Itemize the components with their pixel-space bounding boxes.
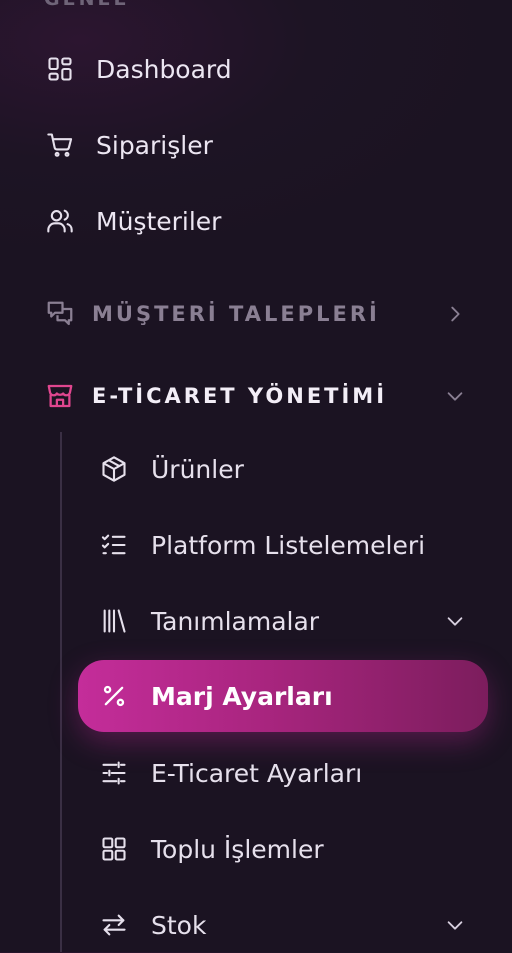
menu-item-label: Siparişler <box>96 130 213 160</box>
chat-bubbles-icon <box>44 298 76 330</box>
checklist-icon <box>96 529 132 561</box>
submenu-item-label: Marj Ayarları <box>151 681 333 711</box>
menu-item-label: Müşteriler <box>96 206 222 236</box>
submenu-item-toplu-islemler[interactable]: Toplu İşlemler <box>96 821 324 877</box>
submenu-item-label: Toplu İşlemler <box>151 834 324 864</box>
submenu-item-marj-ayarlari[interactable]: Marj Ayarları <box>96 668 333 724</box>
section-label-genel: GENEL <box>44 0 129 10</box>
chevron-down-icon[interactable] <box>444 385 466 407</box>
store-icon <box>44 380 76 412</box>
group-label: MÜŞTERİ TALEPLERİ <box>92 302 380 326</box>
menu-item-musteriler[interactable]: Müşteriler <box>44 193 221 249</box>
chevron-right-icon[interactable] <box>444 303 466 325</box>
submenu-item-stok[interactable]: Stok <box>96 897 206 953</box>
arrows-swap-icon <box>96 909 132 941</box>
submenu-item-label: Ürünler <box>151 454 244 484</box>
library-icon <box>96 605 132 637</box>
submenu-guide-line <box>60 432 62 952</box>
menu-item-siparisler[interactable]: Siparişler <box>44 117 213 173</box>
menu-item-label: Dashboard <box>96 54 232 84</box>
submenu-item-label: E-Ticaret Ayarları <box>151 758 363 788</box>
grid-icon <box>96 833 132 865</box>
group-musteri-talepleri[interactable]: MÜŞTERİ TALEPLERİ <box>44 286 380 342</box>
chevron-down-icon[interactable] <box>444 914 466 936</box>
submenu-item-urunler[interactable]: Ürünler <box>96 441 244 497</box>
group-label: E-TİCARET YÖNETİMİ <box>92 384 388 408</box>
cart-icon <box>44 129 76 161</box>
users-icon <box>44 205 76 237</box>
menu-item-dashboard[interactable]: Dashboard <box>44 41 232 97</box>
dashboard-grid-icon <box>44 53 76 85</box>
group-eticaret-yonetimi[interactable]: E-TİCARET YÖNETİMİ <box>44 368 387 424</box>
chevron-down-icon[interactable] <box>444 610 466 632</box>
submenu-item-label: Stok <box>151 910 207 940</box>
percent-icon <box>96 680 132 712</box>
submenu-item-tanimlamalar[interactable]: Tanımlamalar <box>96 593 319 649</box>
package-icon <box>96 453 132 485</box>
submenu-item-platform-listelemeleri[interactable]: Platform Listelemeleri <box>96 517 425 573</box>
submenu-item-label: Platform Listelemeleri <box>151 530 426 560</box>
submenu-item-eticaret-ayarlari[interactable]: E-Ticaret Ayarları <box>96 745 362 801</box>
sliders-icon <box>96 757 132 789</box>
submenu-item-label: Tanımlamalar <box>151 606 320 636</box>
